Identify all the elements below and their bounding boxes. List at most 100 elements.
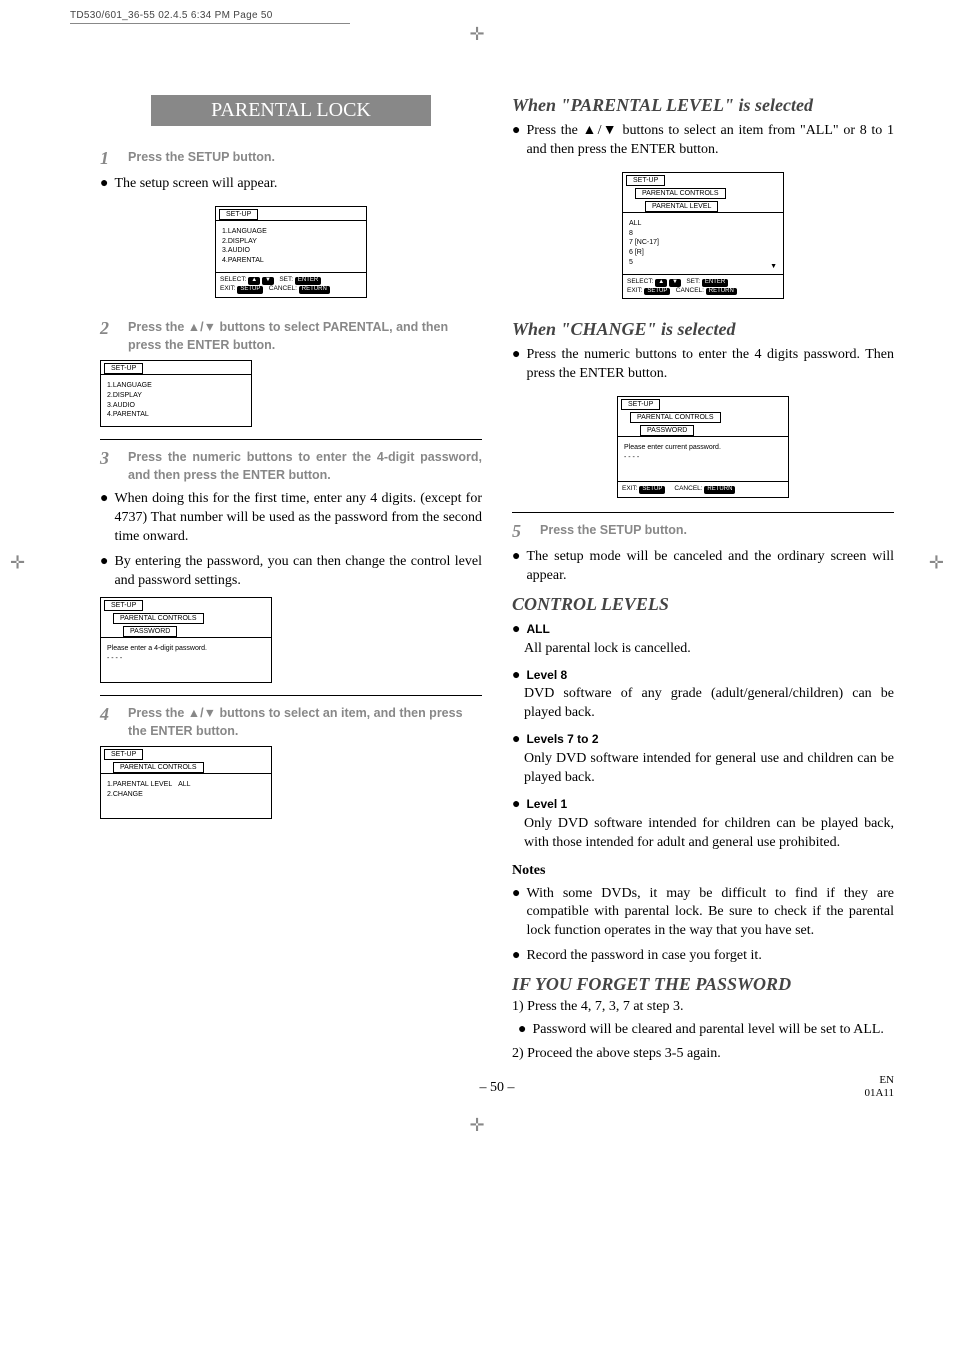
osd-label: SET:	[279, 276, 293, 283]
osd-item: 2.CHANGE	[107, 791, 143, 798]
osd-tab: SET-UP	[104, 600, 143, 611]
subsection-heading: When "PARENTAL LEVEL" is selected	[512, 95, 894, 116]
note-text: By entering the password, you can then c…	[114, 553, 482, 591]
osd-item: ALL	[629, 219, 777, 229]
osd-tab: SET-UP	[219, 209, 258, 220]
parental-level-note: ● Press the ▲/▼ buttons to select an ite…	[512, 122, 894, 160]
step-number: 3	[100, 448, 116, 469]
crop-mark-left: ✛	[10, 552, 25, 573]
bullet: ●	[512, 621, 520, 640]
level-7-2: ● Levels 7 to 2	[512, 731, 894, 750]
osd-tab: SET-UP	[104, 363, 143, 374]
control-levels-heading: CONTROL LEVELS	[512, 594, 894, 615]
osd-label: CANCEL:	[674, 485, 702, 492]
note-text: When doing this for the first time, ente…	[114, 490, 482, 547]
level-description: All parental lock is cancelled.	[524, 640, 894, 659]
level-label: Levels 7 to 2	[526, 731, 598, 750]
step-1: 1 Press the SETUP button.	[100, 148, 482, 169]
osd-tab: PARENTAL CONTROLS	[113, 762, 204, 773]
section-title: PARENTAL LOCK	[151, 95, 431, 126]
level-label: ALL	[526, 621, 549, 640]
osd-password-entry: SET-UP PARENTAL CONTROLS PASSWORD Please…	[100, 597, 272, 683]
step-text: Press the ▲/▼ buttons to select an item,…	[128, 704, 482, 740]
up-icon: ▲	[248, 277, 260, 285]
osd-value: ALL	[178, 781, 190, 788]
return-pill: RETURN	[706, 288, 737, 296]
osd-item: 1.LANGUAGE	[107, 381, 245, 391]
osd-label: SELECT:	[627, 278, 653, 285]
enter-pill: ENTER	[295, 277, 321, 285]
step-text: Press the numeric buttons to enter the 4…	[128, 448, 482, 484]
note-text: Record the password in case you forget i…	[526, 947, 761, 966]
step-3: 3 Press the numeric buttons to enter the…	[100, 448, 482, 484]
osd-item: 1.PARENTAL LEVEL	[107, 781, 172, 788]
down-icon: ▼	[669, 279, 681, 287]
page-number: – 50 –	[480, 1080, 515, 1095]
osd-setup-menu-selected: SET-UP 1.LANGUAGE 2.DISPLAY 3.AUDIO 4.PA…	[100, 360, 252, 427]
down-icon: ▼	[262, 277, 274, 285]
osd-password-dashes: - - - -	[624, 453, 782, 463]
osd-label: SET:	[686, 278, 700, 285]
osd-parental-level-list: SET-UP PARENTAL CONTROLS PARENTAL LEVEL …	[622, 172, 784, 300]
enter-pill: ENTER	[702, 279, 728, 287]
return-pill: RETURN	[704, 486, 735, 494]
scroll-down-icon: ▼	[770, 262, 777, 272]
note-text: With some DVDs, it may be difficult to f…	[526, 885, 894, 942]
step-number: 2	[100, 318, 116, 339]
level-label: Level 8	[526, 667, 567, 686]
setup-pill: SETUP	[644, 288, 670, 296]
step-number: 5	[512, 521, 528, 542]
osd-item: 8	[629, 229, 777, 239]
bullet: ●	[512, 731, 520, 750]
crop-mark-top: ✛	[469, 24, 484, 45]
right-column: When "PARENTAL LEVEL" is selected ● Pres…	[512, 95, 894, 1062]
step-4: 4 Press the ▲/▼ buttons to select an ite…	[100, 704, 482, 740]
bullet: ●	[518, 1021, 526, 1040]
osd-label: SELECT:	[220, 276, 246, 283]
osd-tab: PARENTAL LEVEL	[645, 201, 718, 212]
forget-step1: 1) Press the 4, 7, 3, 7 at step 3.	[512, 999, 894, 1015]
osd-tab: SET-UP	[621, 399, 660, 410]
level-description: DVD software of any grade (adult/general…	[524, 685, 894, 723]
document-page: TD530/601_36-55 02.4.5 6:34 PM Page 50 ✛…	[0, 0, 954, 1126]
osd-item: 5	[629, 258, 777, 268]
step-text: Press the ▲/▼ buttons to select PARENTAL…	[128, 318, 482, 354]
osd-item: 6 [R]	[629, 248, 777, 258]
osd-prompt: Please enter current password.	[624, 443, 782, 453]
note-text: The setup screen will appear.	[114, 175, 277, 194]
osd-item: 2.DISPLAY	[222, 237, 360, 247]
bullet: ●	[512, 548, 520, 586]
osd-item: 3.AUDIO	[107, 401, 245, 411]
level-description: Only DVD software intended for children …	[524, 815, 894, 853]
step-text: Press the SETUP button.	[540, 521, 687, 539]
step-5-note: ● The setup mode will be canceled and th…	[512, 548, 894, 586]
level-1: ● Level 1	[512, 796, 894, 815]
osd-tab: PARENTAL CONTROLS	[630, 412, 721, 423]
two-column-layout: PARENTAL LOCK 1 Press the SETUP button. …	[100, 95, 894, 1062]
osd-tab: SET-UP	[626, 175, 665, 186]
bullet: ●	[100, 490, 108, 547]
bullet: ●	[512, 885, 520, 942]
step-2: 2 Press the ▲/▼ buttons to select PARENT…	[100, 318, 482, 354]
step-3-note2: ● By entering the password, you can then…	[100, 553, 482, 591]
bullet: ●	[512, 796, 520, 815]
level-all: ● ALL	[512, 621, 894, 640]
osd-label: EXIT:	[627, 287, 643, 294]
osd-tab: PASSWORD	[123, 626, 177, 637]
note-text: The setup mode will be canceled and the …	[526, 548, 894, 586]
osd-password-dashes: - - - -	[107, 654, 265, 664]
osd-item: 7 [NC-17]	[629, 238, 777, 248]
osd-tab: PASSWORD	[640, 425, 694, 436]
note-text: Password will be cleared and parental le…	[532, 1021, 883, 1040]
step-5: 5 Press the SETUP button.	[512, 521, 894, 542]
osd-label: CANCEL:	[269, 285, 297, 292]
bullet: ●	[100, 175, 108, 194]
bullet: ●	[512, 947, 520, 966]
osd-label: EXIT:	[220, 285, 236, 292]
setup-pill: SETUP	[639, 486, 665, 494]
note-1: ● With some DVDs, it may be difficult to…	[512, 885, 894, 942]
notes-heading: Notes	[512, 863, 894, 879]
forget-heading: IF YOU FORGET THE PASSWORD	[512, 974, 894, 995]
note-text: Press the numeric buttons to enter the 4…	[526, 346, 894, 384]
left-column: PARENTAL LOCK 1 Press the SETUP button. …	[100, 95, 482, 1062]
